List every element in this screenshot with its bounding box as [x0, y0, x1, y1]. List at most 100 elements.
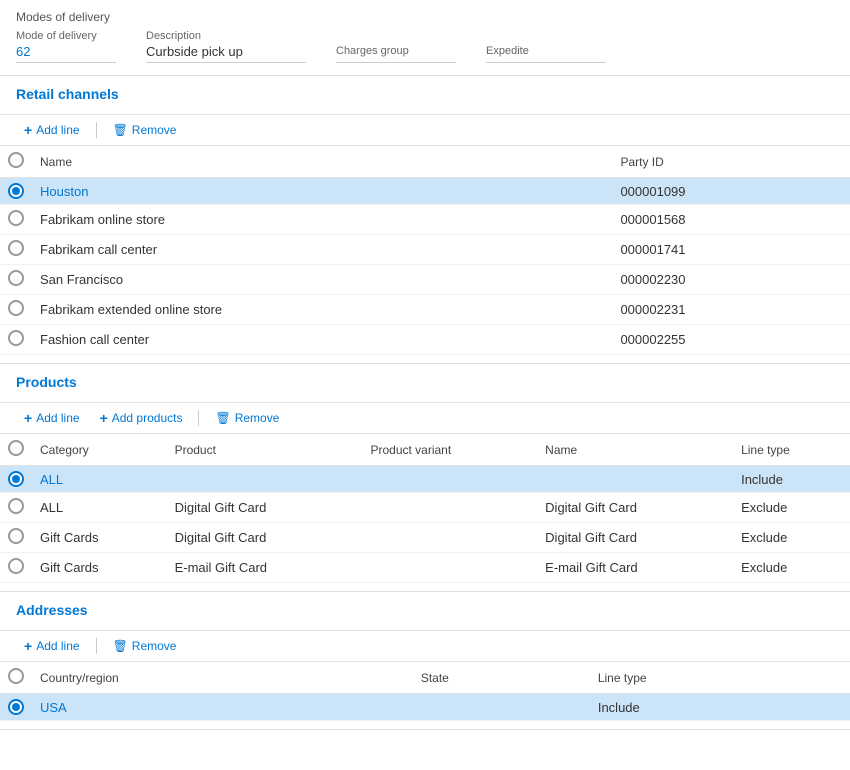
row-radio-cell[interactable]: [0, 523, 32, 553]
product-linetype-cell: Exclude: [733, 553, 850, 583]
table-row[interactable]: Gift CardsE-mail Gift CardE-mail Gift Ca…: [0, 553, 850, 583]
row-radio-cell[interactable]: [0, 205, 32, 235]
product-variant-cell: [362, 553, 537, 583]
description-label: Description: [146, 30, 306, 42]
row-radio[interactable]: [8, 699, 24, 715]
addresses-linetype-col-header: Line type: [590, 662, 850, 694]
table-row[interactable]: Fabrikam online store000001568: [0, 205, 850, 235]
addresses-panel: Addresses + Add line 🗑 Remove Country/re…: [0, 592, 850, 730]
retail-partyid-cell: 000002230: [612, 265, 850, 295]
row-radio-cell[interactable]: [0, 265, 32, 295]
retail-partyid-cell: 000002231: [612, 295, 850, 325]
retail-add-line-button[interactable]: + Add line: [16, 119, 88, 141]
retail-name-col-header: Name: [32, 146, 612, 178]
table-row[interactable]: San Francisco000002230: [0, 265, 850, 295]
retail-partyid-cell: 000001568: [612, 205, 850, 235]
products-header: Products: [0, 364, 850, 402]
addresses-remove-button[interactable]: 🗑 Remove: [105, 636, 185, 656]
retail-remove-button[interactable]: 🗑 Remove: [105, 120, 185, 140]
addresses-add-line-button[interactable]: + Add line: [16, 635, 88, 657]
retail-name-cell: Fabrikam extended online store: [32, 295, 612, 325]
product-category-cell: ALL: [32, 493, 167, 523]
product-name-cell: E-mail Gift Card: [537, 553, 733, 583]
row-radio-cell[interactable]: [0, 694, 32, 721]
row-radio[interactable]: [8, 471, 24, 487]
row-radio-cell[interactable]: [0, 295, 32, 325]
table-row[interactable]: Fabrikam call center000001741: [0, 235, 850, 265]
table-row[interactable]: Fabrikam extended online store000002231: [0, 295, 850, 325]
table-row[interactable]: Houston000001099: [0, 178, 850, 205]
row-radio[interactable]: [8, 498, 24, 514]
retail-channels-table: Name Party ID Houston000001099Fabrikam o…: [0, 146, 850, 355]
retail-partyid-cell: 000001741: [612, 235, 850, 265]
row-radio[interactable]: [8, 270, 24, 286]
expedite-value[interactable]: [486, 59, 606, 63]
table-row[interactable]: Gift CardsDigital Gift CardDigital Gift …: [0, 523, 850, 553]
addresses-select-all-col[interactable]: [0, 662, 32, 694]
retail-partyid-cell: 000001099: [612, 178, 850, 205]
products-add-products-plus-icon: +: [100, 410, 108, 426]
retail-remove-icon: 🗑: [113, 123, 128, 137]
products-add-line-button[interactable]: + Add line: [16, 407, 88, 429]
product-variant-cell: [362, 493, 537, 523]
products-toolbar: + Add line + Add products 🗑 Remove: [0, 402, 850, 434]
addresses-table: Country/region State Line type USAInclud…: [0, 662, 850, 721]
retail-name-cell: Houston: [32, 178, 612, 205]
product-name-cell: [537, 466, 733, 493]
addresses-remove-icon: 🗑: [113, 639, 128, 653]
products-select-all-col[interactable]: [0, 434, 32, 466]
products-remove-button[interactable]: 🗑 Remove: [207, 408, 287, 428]
products-name-col-header: Name: [537, 434, 733, 466]
addresses-country-col-header: Country/region: [32, 662, 413, 694]
product-variant-cell: [362, 523, 537, 553]
product-product-cell: E-mail Gift Card: [167, 553, 363, 583]
products-add-line-plus-icon: +: [24, 410, 32, 426]
products-add-products-button[interactable]: + Add products: [92, 407, 191, 429]
row-radio[interactable]: [8, 240, 24, 256]
row-radio-cell[interactable]: [0, 235, 32, 265]
row-radio[interactable]: [8, 528, 24, 544]
address-state-cell: [413, 694, 590, 721]
table-row[interactable]: USAInclude: [0, 694, 850, 721]
row-radio[interactable]: [8, 210, 24, 226]
row-radio[interactable]: [8, 558, 24, 574]
addresses-add-line-plus-icon: +: [24, 638, 32, 654]
retail-channels-panel: Retail channels + Add line 🗑 Remove Name…: [0, 76, 850, 364]
row-radio-cell[interactable]: [0, 466, 32, 493]
products-select-all-checkbox[interactable]: [8, 440, 24, 456]
retail-partyid-col-header: Party ID: [612, 146, 850, 178]
addresses-title: Addresses: [16, 602, 834, 618]
product-category-cell: ALL: [32, 466, 167, 493]
row-radio[interactable]: [8, 330, 24, 346]
row-radio-cell[interactable]: [0, 325, 32, 355]
table-row[interactable]: ALLInclude: [0, 466, 850, 493]
product-product-cell: Digital Gift Card: [167, 523, 363, 553]
retail-channels-header: Retail channels: [0, 76, 850, 114]
row-radio-cell[interactable]: [0, 493, 32, 523]
row-radio[interactable]: [8, 300, 24, 316]
add-line-plus-icon: +: [24, 122, 32, 138]
row-radio-cell[interactable]: [0, 553, 32, 583]
products-title: Products: [16, 374, 834, 390]
retail-select-all-checkbox[interactable]: [8, 152, 24, 168]
row-radio[interactable]: [8, 183, 24, 199]
mode-of-delivery-field: Mode of delivery 62: [16, 30, 116, 63]
product-linetype-cell: Exclude: [733, 493, 850, 523]
products-remove-icon: 🗑: [215, 411, 230, 425]
description-field: Description Curbside pick up: [146, 30, 306, 63]
fields-row: Mode of delivery 62 Description Curbside…: [16, 30, 834, 63]
retail-channels-content: Name Party ID Houston000001099Fabrikam o…: [0, 146, 850, 363]
charges-value[interactable]: [336, 59, 456, 63]
description-value[interactable]: Curbside pick up: [146, 44, 306, 63]
addresses-select-all-checkbox[interactable]: [8, 668, 24, 684]
product-category-cell: Gift Cards: [32, 553, 167, 583]
retail-name-cell: Fabrikam call center: [32, 235, 612, 265]
retail-select-all-col[interactable]: [0, 146, 32, 178]
table-row[interactable]: Fashion call center000002255: [0, 325, 850, 355]
product-linetype-cell: Exclude: [733, 523, 850, 553]
table-row[interactable]: ALLDigital Gift CardDigital Gift CardExc…: [0, 493, 850, 523]
row-radio-cell[interactable]: [0, 178, 32, 205]
products-table: Category Product Product variant Name Li…: [0, 434, 850, 583]
mode-value[interactable]: 62: [16, 44, 116, 63]
product-product-cell: Digital Gift Card: [167, 493, 363, 523]
